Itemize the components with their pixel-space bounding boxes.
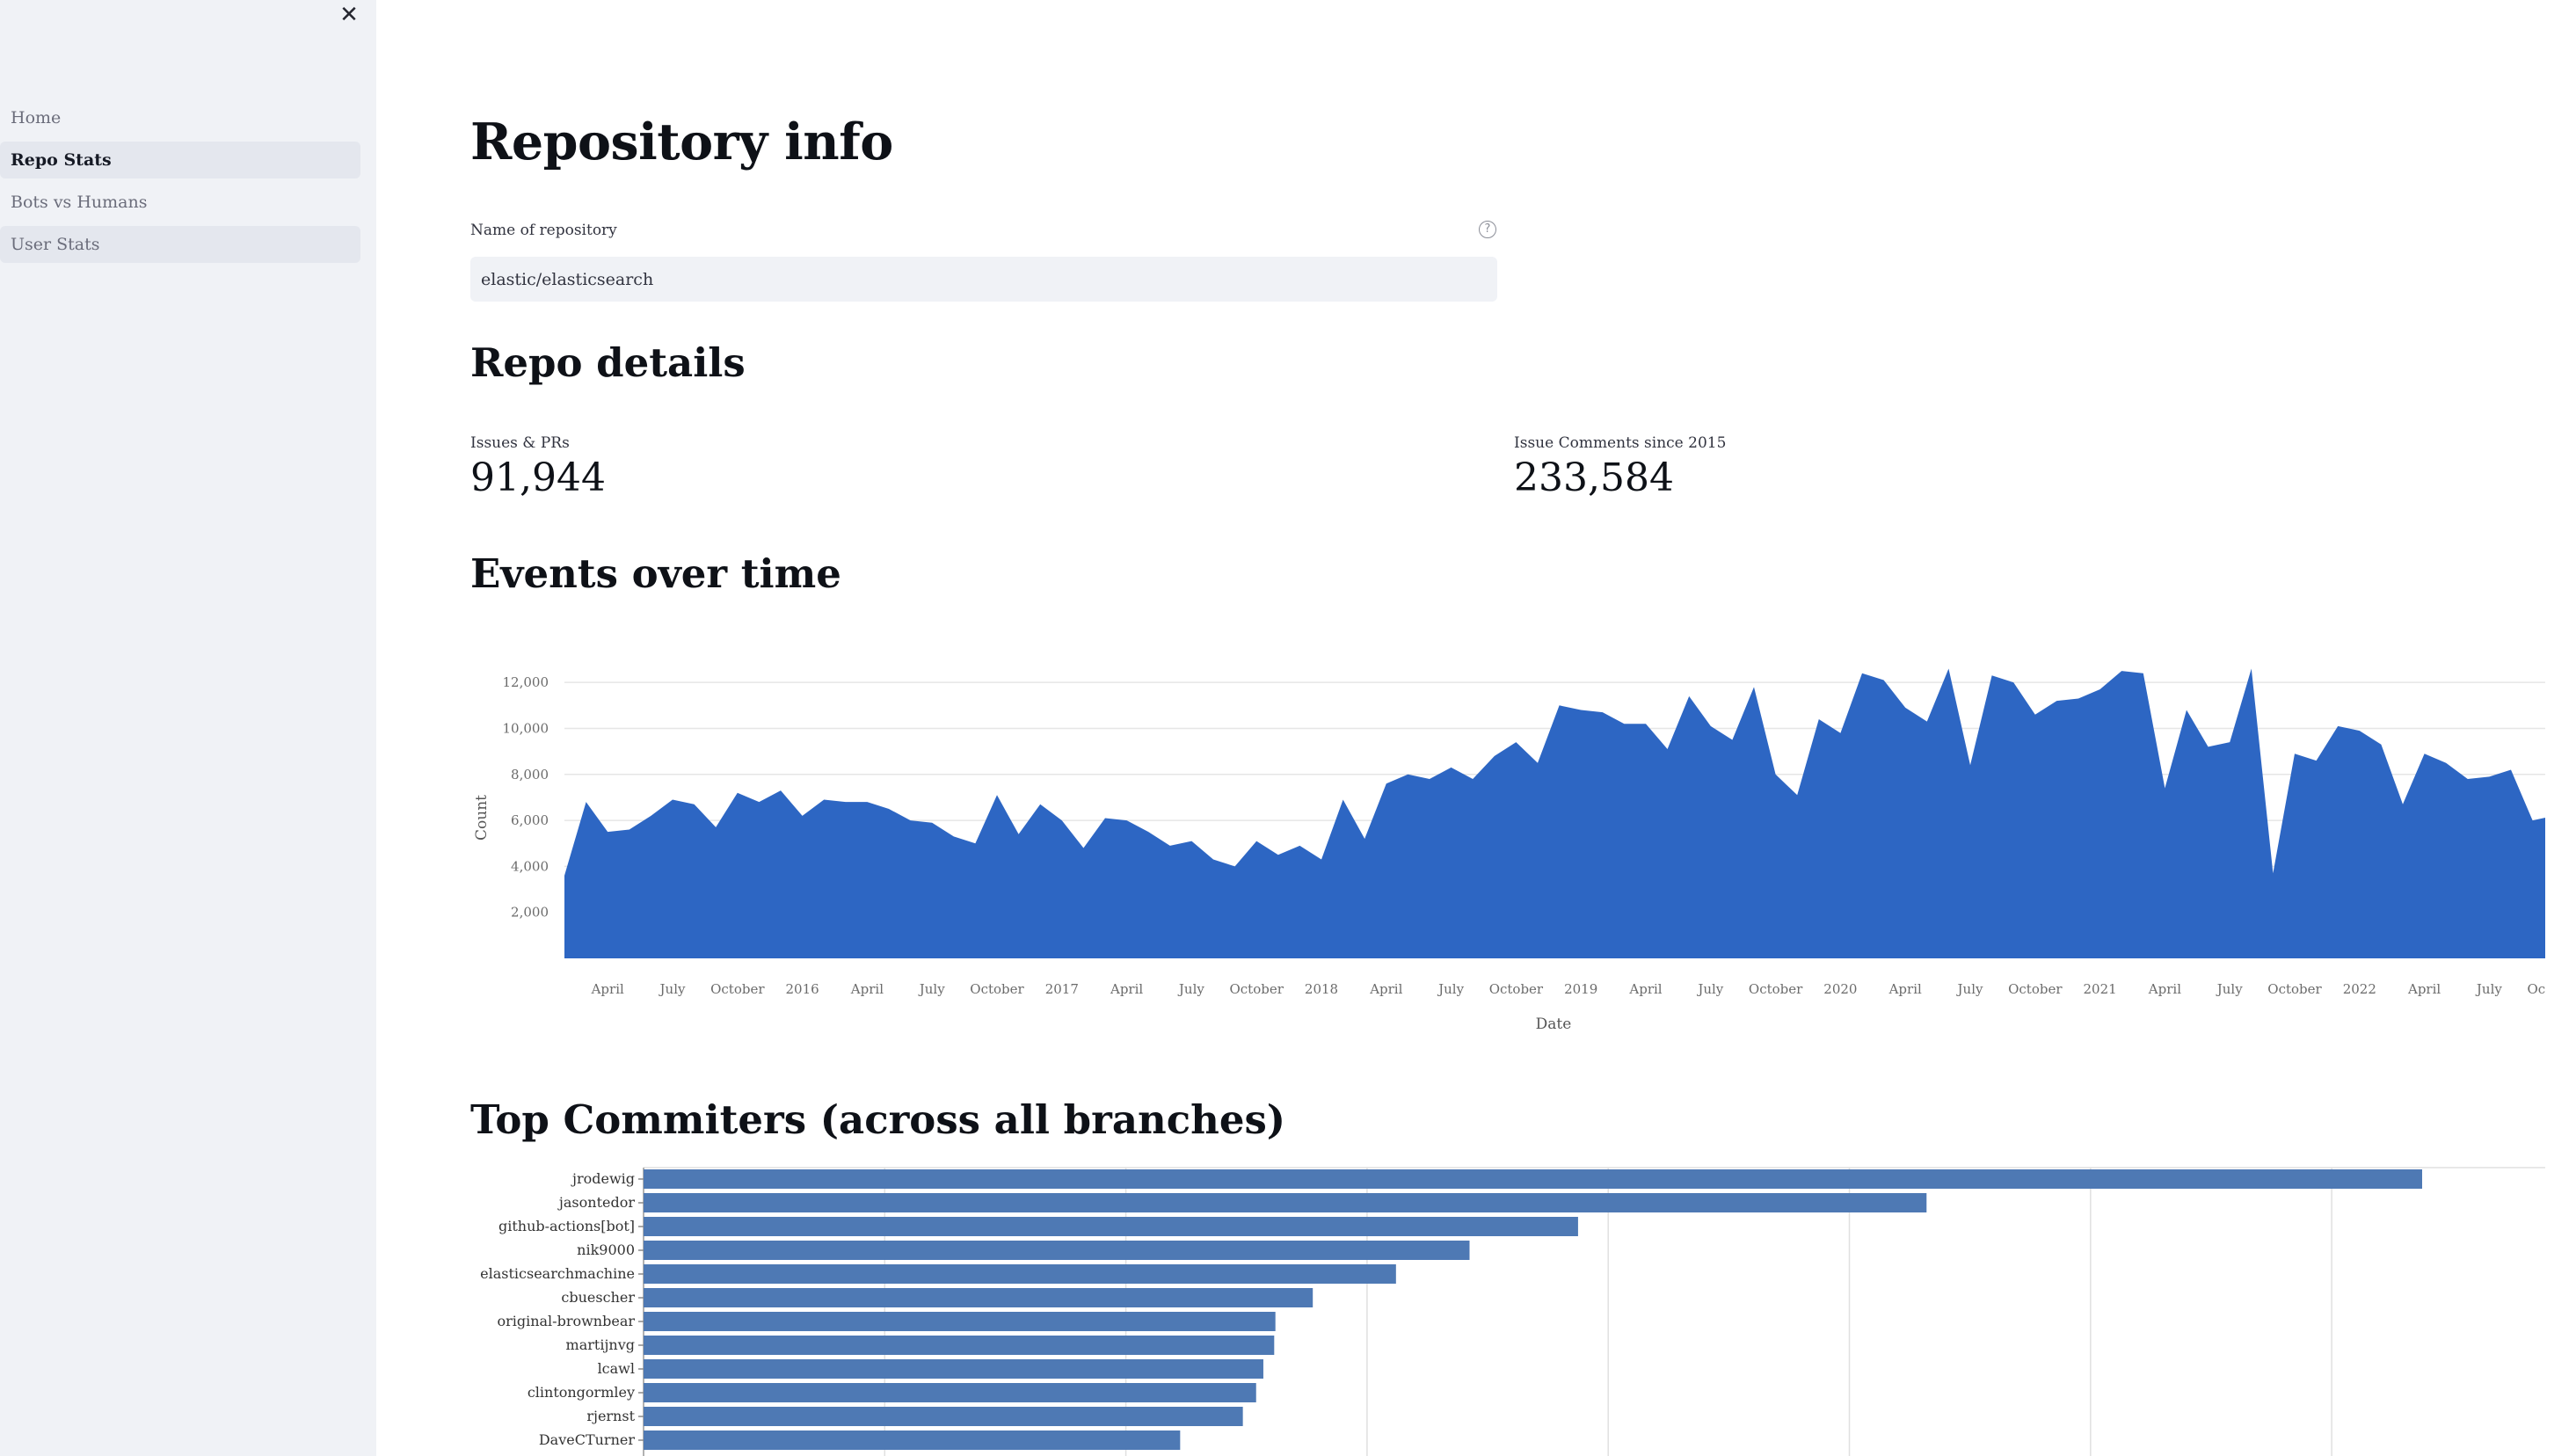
committer-label: cbuescher bbox=[561, 1289, 635, 1306]
y-tick-label: 12,000 bbox=[503, 674, 549, 690]
y-tick-label: 10,000 bbox=[503, 720, 549, 736]
events-heading: Events over time bbox=[470, 550, 841, 597]
x-tick-label: October bbox=[1749, 981, 1803, 997]
sidebar-item-home[interactable]: Home bbox=[0, 99, 360, 136]
x-tick-label: April bbox=[1628, 981, 1662, 997]
committer-label: elasticsearchmachine bbox=[480, 1265, 635, 1282]
committer-label: DaveCTurner bbox=[539, 1431, 636, 1448]
page-title: Repository info bbox=[470, 113, 893, 171]
x-tick-label: 2020 bbox=[1823, 981, 1857, 997]
x-tick-label: April bbox=[2148, 981, 2181, 997]
question-circle-icon[interactable]: ? bbox=[1479, 221, 1496, 238]
x-tick-label: 2019 bbox=[1564, 981, 1597, 997]
x-tick-label: 2021 bbox=[2084, 981, 2117, 997]
x-tick-label: July bbox=[1177, 981, 1204, 997]
x-tick-label: April bbox=[2407, 981, 2441, 997]
x-tick-label: October bbox=[970, 981, 1024, 997]
repo-name-input[interactable] bbox=[470, 257, 1497, 302]
metric-label-issues: Issues & PRs bbox=[470, 434, 570, 452]
committer-label: rjernst bbox=[586, 1408, 635, 1424]
events-area-chart[interactable]: 2,000 4,000 6,000 8,000 10,000 12,000 April Jul… bbox=[470, 615, 2545, 1073]
committer-bar[interactable] bbox=[644, 1288, 1313, 1307]
committer-bar[interactable] bbox=[644, 1241, 1470, 1260]
metric-value-issues: 91,944 bbox=[470, 455, 606, 500]
repo-input-label: Name of repository bbox=[470, 222, 617, 239]
x-tick-label: 2022 bbox=[2343, 981, 2376, 997]
events-area bbox=[564, 668, 2545, 958]
sidebar-item-bots-vs-humans[interactable]: Bots vs Humans bbox=[0, 184, 360, 221]
committer-label: clintongormley bbox=[528, 1384, 635, 1401]
committers-heading: Top Commiters (across all branches) bbox=[470, 1096, 1286, 1143]
x-tick-label: October bbox=[1489, 981, 1544, 997]
x-tick-label: July bbox=[1437, 981, 1464, 997]
repo-details-heading: Repo details bbox=[470, 339, 746, 386]
committer-bar[interactable] bbox=[644, 1312, 1276, 1331]
committer-bar[interactable] bbox=[644, 1431, 1181, 1450]
committer-label: lcawl bbox=[598, 1360, 635, 1377]
x-tick-label: July bbox=[1696, 981, 1723, 997]
x-tick-label: 2017 bbox=[1045, 981, 1079, 997]
committer-bar[interactable] bbox=[644, 1217, 1578, 1236]
x-tick-label: October bbox=[1229, 981, 1284, 997]
committer-label: original-brownbear bbox=[497, 1313, 635, 1329]
x-tick-label: 2016 bbox=[786, 981, 819, 997]
sidebar-item-repo-stats[interactable]: Repo Stats bbox=[0, 142, 360, 178]
y-tick-label: 8,000 bbox=[511, 767, 549, 783]
main-content: Repository info Name of repository ? Rep… bbox=[470, 0, 2545, 1456]
close-icon[interactable]: ✕ bbox=[336, 2, 362, 28]
sidebar-nav: Home Repo Stats Bots vs Humans User Stat… bbox=[0, 99, 360, 268]
committer-bar[interactable] bbox=[644, 1359, 1263, 1379]
x-tick-label: April bbox=[1369, 981, 1402, 997]
x-tick-label: October bbox=[2008, 981, 2063, 997]
committer-label: github-actions[bot] bbox=[498, 1218, 635, 1234]
sidebar: ✕ Home Repo Stats Bots vs Humans User St… bbox=[0, 0, 376, 1456]
sidebar-item-user-stats[interactable]: User Stats bbox=[0, 226, 360, 263]
committer-label: jrodewig bbox=[571, 1170, 635, 1187]
x-tick-label: October bbox=[2267, 981, 2322, 997]
metric-label-comments: Issue Comments since 2015 bbox=[1514, 434, 1727, 452]
committer-bar[interactable] bbox=[644, 1336, 1275, 1355]
y-tick-label: 6,000 bbox=[511, 812, 549, 828]
committer-label: martijnvg bbox=[566, 1336, 635, 1353]
x-tick-label: April bbox=[1888, 981, 1922, 997]
committer-label: nik9000 bbox=[577, 1241, 635, 1258]
committer-bar[interactable] bbox=[644, 1407, 1243, 1426]
committer-label: jasontedor bbox=[557, 1194, 635, 1211]
x-tick-label: October bbox=[710, 981, 765, 997]
y-tick-label: 4,000 bbox=[511, 858, 549, 874]
x-tick-label: October bbox=[2527, 981, 2545, 997]
x-tick-label: April bbox=[591, 981, 624, 997]
committers-bar-chart[interactable]: jrodewig jasontedor github-actions[bot] nik… bbox=[470, 1166, 2545, 1456]
committer-bar[interactable] bbox=[644, 1383, 1256, 1402]
x-tick-label: April bbox=[1110, 981, 1143, 997]
committer-bar[interactable] bbox=[644, 1169, 2422, 1189]
x-tick-label: April bbox=[850, 981, 884, 997]
committer-bar[interactable] bbox=[644, 1264, 1396, 1284]
x-tick-label: July bbox=[659, 981, 686, 997]
x-tick-label: July bbox=[918, 981, 945, 997]
y-axis-label: Count bbox=[473, 795, 491, 841]
x-tick-label: 2018 bbox=[1305, 981, 1338, 997]
x-tick-label: July bbox=[1956, 981, 1983, 997]
y-tick-label: 2,000 bbox=[511, 905, 549, 921]
metric-value-comments: 233,584 bbox=[1514, 455, 1674, 500]
committer-bar[interactable] bbox=[644, 1193, 1927, 1212]
x-axis-label: Date bbox=[1536, 1016, 1572, 1033]
x-tick-label: July bbox=[2216, 981, 2243, 997]
x-tick-label: July bbox=[2475, 981, 2502, 997]
